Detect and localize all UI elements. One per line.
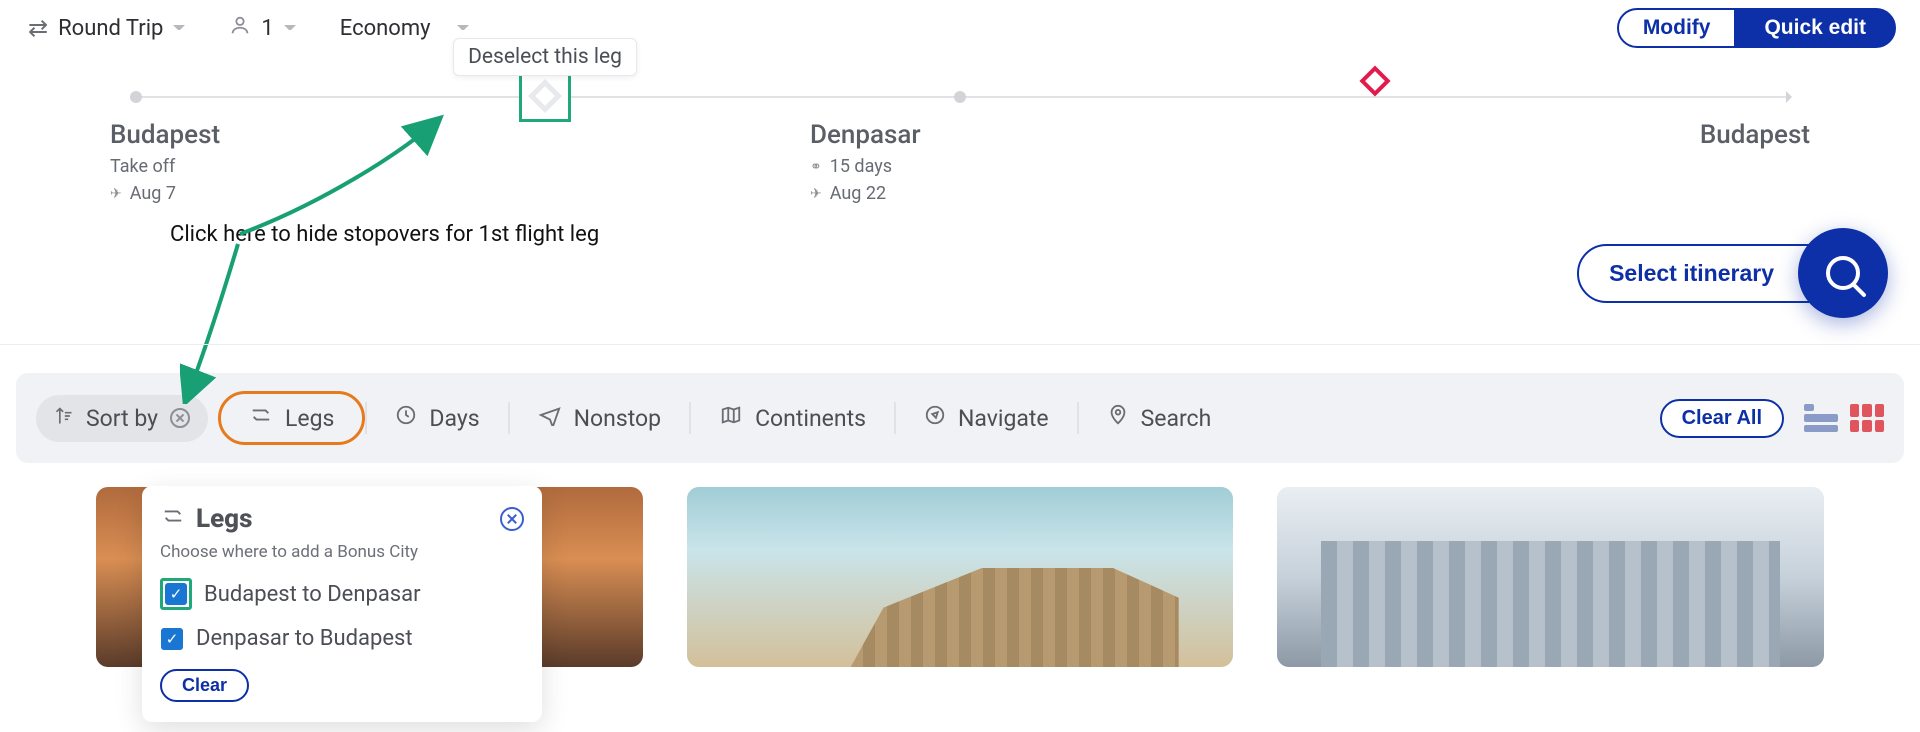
legs-popover-title: Legs: [196, 504, 252, 534]
modify-button[interactable]: Modify: [1617, 8, 1737, 48]
nonstop-filter[interactable]: Nonstop: [510, 394, 689, 442]
cabin-label: Economy: [340, 16, 431, 41]
pin-icon: [1107, 404, 1129, 432]
clear-sort-icon[interactable]: [170, 408, 190, 428]
origin-city: Budapest: [110, 120, 350, 150]
plane-icon: ✈: [810, 186, 822, 202]
checkbox-checked-icon: ✓: [165, 583, 187, 605]
days-label: Days: [429, 405, 479, 432]
deselect-tooltip: Deselect this leg: [453, 38, 637, 76]
chevron-down-icon: [284, 25, 296, 37]
map-icon: [719, 404, 743, 432]
leg-option-1-label: Budapest to Denpasar: [204, 582, 421, 607]
passenger-count: 1: [261, 16, 273, 41]
mid-duration: 15 days: [830, 156, 892, 177]
legs-popover-subtitle: Choose where to add a Bonus City: [160, 542, 524, 562]
checkbox-checked-icon: ✓: [161, 628, 183, 650]
quick-edit-button[interactable]: Quick edit: [1734, 8, 1896, 48]
leg2-marker[interactable]: [1364, 70, 1386, 92]
view-grid-icon[interactable]: [1850, 404, 1884, 432]
clear-all-button[interactable]: Clear All: [1660, 399, 1784, 438]
chain-icon: ⚭: [810, 159, 822, 175]
takeoff-label: Take off: [110, 156, 175, 177]
search-filter[interactable]: Search: [1079, 394, 1240, 442]
round-trip-icon: ⇄: [28, 14, 48, 42]
clock-icon: [395, 404, 417, 432]
itinerary-timeline: Deselect this leg Budapest Take off ✈Aug…: [0, 56, 1920, 204]
itinerary-action-row: Select itinerary: [0, 204, 1920, 345]
sort-by-filter[interactable]: Sort by: [36, 395, 208, 442]
timeline-dot-origin: [130, 91, 142, 103]
navigate-filter[interactable]: Navigate: [896, 394, 1077, 442]
top-controls: ⇄ Round Trip 1 Economy Modify Quick edit: [0, 0, 1920, 56]
passenger-select[interactable]: 1: [229, 14, 295, 42]
chevron-down-icon: [457, 25, 469, 37]
leg-option-2[interactable]: ✓ Denpasar to Budapest: [160, 626, 524, 651]
timeline-dot-mid: [954, 91, 966, 103]
origin-date: Aug 7: [130, 183, 176, 204]
timeline-mid: Denpasar ⚭ 15 days ✈ Aug 22: [810, 120, 1050, 204]
timeline-arrow-end: [1786, 91, 1798, 103]
leg1-marker[interactable]: [519, 70, 571, 122]
leg-deselect-icon: [528, 79, 562, 113]
mid-date: Aug 22: [830, 183, 886, 204]
legs-popover-icon: [160, 504, 186, 534]
legs-popover-close[interactable]: [500, 507, 524, 531]
leg-option-2-label: Denpasar to Budapest: [196, 626, 413, 651]
compass-icon: [924, 404, 946, 432]
dest-city: Budapest: [1570, 120, 1810, 150]
search-icon: [1826, 256, 1860, 290]
legs-clear-button[interactable]: Clear: [160, 669, 249, 702]
view-list-icon[interactable]: [1804, 404, 1838, 432]
leg-selected-icon: [1359, 65, 1390, 96]
sort-by-label: Sort by: [86, 405, 158, 432]
trip-type-select[interactable]: ⇄ Round Trip: [28, 14, 185, 42]
navigate-label: Navigate: [958, 405, 1049, 432]
continents-label: Continents: [755, 405, 866, 432]
continents-filter[interactable]: Continents: [691, 394, 894, 442]
cabin-select[interactable]: Economy: [340, 16, 469, 41]
leg-option-1[interactable]: ✓ Budapest to Denpasar: [160, 578, 524, 610]
mid-city: Denpasar: [810, 120, 1050, 150]
legs-filter[interactable]: Legs: [218, 391, 365, 445]
person-icon: [229, 14, 251, 42]
sort-icon: [54, 405, 74, 432]
legs-popover: Legs Choose where to add a Bonus City ✓ …: [142, 486, 542, 722]
plane-icon: ✈: [110, 186, 122, 202]
filter-bar: Sort by Legs Days Nonstop Continents Nav…: [16, 373, 1904, 463]
result-card[interactable]: [1277, 487, 1824, 667]
timeline-origin: Budapest Take off ✈ Aug 7: [110, 120, 350, 204]
search-fab[interactable]: [1798, 228, 1888, 318]
days-filter[interactable]: Days: [367, 394, 507, 442]
search-filter-label: Search: [1141, 405, 1212, 432]
chevron-down-icon: [173, 25, 185, 37]
trip-type-label: Round Trip: [58, 16, 163, 41]
plane-icon: [538, 404, 562, 432]
timeline-dest: Budapest: [1570, 120, 1810, 204]
legs-label: Legs: [285, 405, 334, 432]
nonstop-label: Nonstop: [574, 405, 661, 432]
result-card[interactable]: [687, 487, 1234, 667]
legs-icon: [249, 404, 273, 432]
